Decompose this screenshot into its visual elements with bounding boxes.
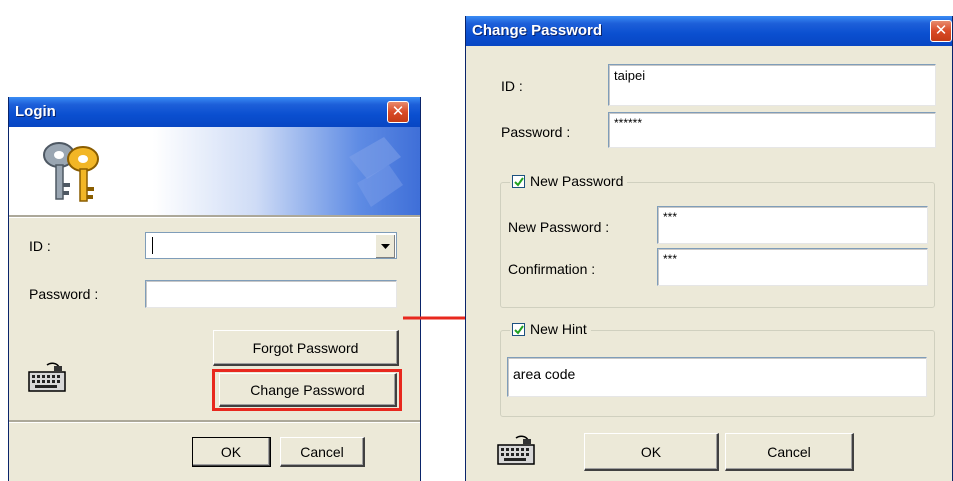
login-dialog: Login ✕ ID : Password : Forgot Password … xyxy=(8,97,421,481)
login-cancel-button[interactable]: Cancel xyxy=(280,437,365,467)
login-title: Login xyxy=(15,103,56,120)
login-separator xyxy=(9,215,420,218)
cp-cancel-button[interactable]: Cancel xyxy=(725,433,854,471)
change-password-close-icon[interactable]: ✕ xyxy=(930,20,952,42)
new-password-input[interactable]: *** xyxy=(657,206,928,244)
dropdown-arrow-icon[interactable] xyxy=(375,234,395,258)
login-titlebar[interactable]: Login xyxy=(9,97,420,127)
change-password-title: Change Password xyxy=(472,22,603,39)
cp-id-label: ID : xyxy=(501,78,523,94)
change-password-titlebar[interactable]: Change Password xyxy=(466,16,952,46)
banner-watermark-icon xyxy=(349,137,403,207)
new-hint-input[interactable]: area code xyxy=(507,357,927,397)
new-password-checkbox[interactable] xyxy=(512,175,525,188)
login-ok-button[interactable]: OK xyxy=(192,437,271,467)
forgot-password-button[interactable]: Forgot Password xyxy=(213,330,399,366)
text-cursor xyxy=(152,237,153,254)
cp-password-input[interactable]: ****** xyxy=(608,112,936,148)
new-hint-checkbox[interactable] xyxy=(512,323,525,336)
checkbox-check-icon xyxy=(514,325,524,335)
new-hint-checkbox-label: New Hint xyxy=(530,321,587,337)
checkbox-check-icon xyxy=(514,177,524,187)
confirmation-label: Confirmation : xyxy=(508,261,596,277)
login-password-label: Password : xyxy=(29,286,99,302)
cp-ok-button[interactable]: OK xyxy=(584,433,719,471)
confirmation-input[interactable]: *** xyxy=(657,248,928,286)
change-password-dialog: Change Password ✕ ID : taipei Password :… xyxy=(465,16,953,481)
login-password-input[interactable] xyxy=(145,280,397,308)
new-hint-toggle[interactable]: New Hint xyxy=(510,320,591,338)
new-password-label: New Password : xyxy=(508,219,610,235)
login-id-label: ID : xyxy=(29,238,51,254)
cp-password-label: Password : xyxy=(501,124,571,140)
change-password-button[interactable]: Change Password xyxy=(219,373,397,407)
keyboard-icon[interactable] xyxy=(496,434,538,468)
login-bottom-separator xyxy=(9,420,420,423)
keyboard-icon[interactable] xyxy=(27,361,69,395)
keys-icon xyxy=(43,142,99,202)
new-password-toggle[interactable]: New Password xyxy=(510,172,628,190)
login-close-icon[interactable]: ✕ xyxy=(387,101,409,123)
new-password-checkbox-label: New Password xyxy=(530,173,624,189)
login-banner xyxy=(9,127,420,215)
new-password-group xyxy=(500,182,935,308)
cp-id-input[interactable]: taipei xyxy=(608,64,936,106)
login-id-combobox[interactable] xyxy=(145,232,397,259)
